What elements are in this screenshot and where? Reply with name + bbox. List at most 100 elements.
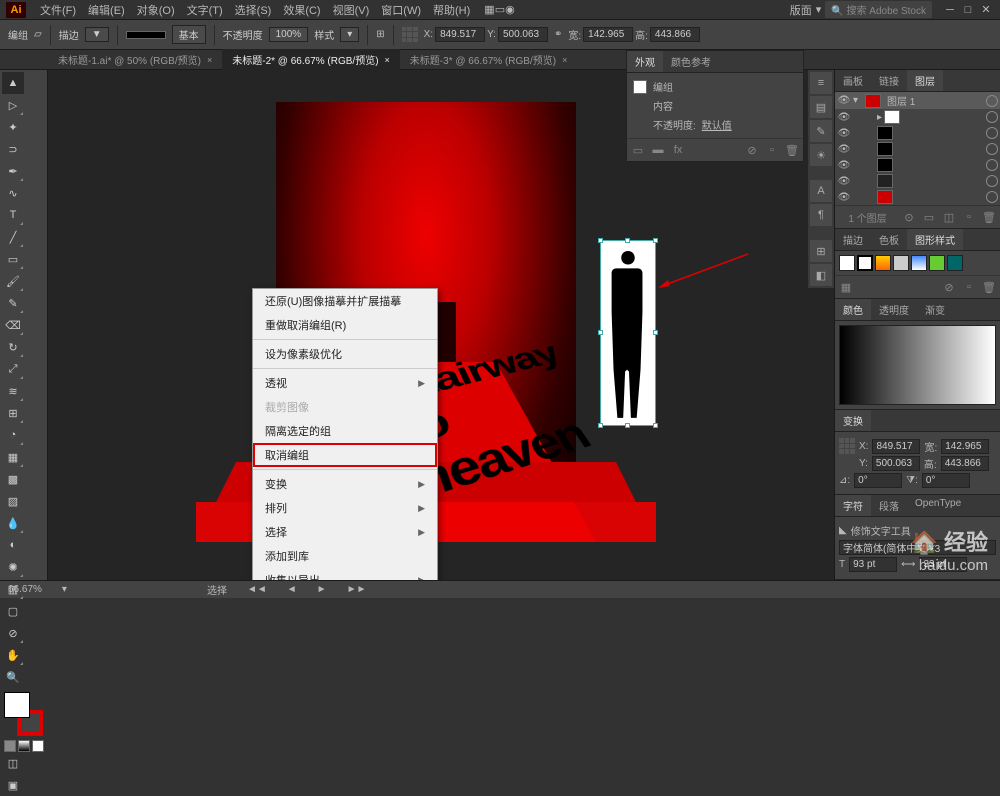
selected-object[interactable] xyxy=(600,240,656,426)
layer-row[interactable]: 👁 xyxy=(835,125,1000,141)
break-link-icon[interactable]: ⊘ xyxy=(941,279,957,295)
layers-tab[interactable]: 图层 xyxy=(907,70,943,91)
swatches-tab[interactable]: 色板 xyxy=(871,229,907,250)
color-tab[interactable]: 颜色 xyxy=(835,299,871,320)
menu-select[interactable]: 选择(S) xyxy=(229,2,278,18)
link-icon[interactable]: ⚭ xyxy=(554,29,562,40)
layer-row[interactable]: 👁 xyxy=(835,189,1000,205)
search-stock-input[interactable]: 🔍 搜索 Adobe Stock xyxy=(825,1,932,18)
rectangle-tool[interactable]: ▭ xyxy=(2,248,24,270)
symbols-dock-icon[interactable]: ☀ xyxy=(810,144,832,166)
close-icon[interactable]: × xyxy=(207,55,212,65)
style-dropdown[interactable]: ▾ xyxy=(340,27,359,42)
ctx-transform[interactable]: 变换▶ xyxy=(253,472,437,496)
target-icon[interactable] xyxy=(986,95,998,107)
opentype-tab[interactable]: OpenType xyxy=(907,495,969,516)
eyedropper-tool[interactable]: 💧 xyxy=(2,512,24,534)
ref-point[interactable] xyxy=(839,438,855,454)
make-clip-icon[interactable]: ▭ xyxy=(921,209,937,225)
artboards-tab[interactable]: 画板 xyxy=(835,70,871,91)
new-style-icon[interactable]: ▫ xyxy=(961,279,977,295)
visibility-icon[interactable]: 👁 xyxy=(837,95,851,106)
transform-tab[interactable]: 变换 xyxy=(835,410,871,431)
shape-builder-tool[interactable]: ◔ xyxy=(2,424,24,446)
nav-prev-icon[interactable]: ◄ xyxy=(287,584,297,595)
menu-view[interactable]: 视图(V) xyxy=(327,2,376,18)
delete-layer-icon[interactable]: 🗑 xyxy=(981,209,997,225)
chevron-down-icon[interactable]: ▾ xyxy=(816,3,822,16)
gradient-tab[interactable]: 渐变 xyxy=(917,299,953,320)
new-sublayer-icon[interactable]: ◫ xyxy=(941,209,957,225)
nav-next-icon[interactable]: ► xyxy=(317,584,327,595)
artboard-tool[interactable]: ▢ xyxy=(2,600,24,622)
style-lib-icon[interactable]: ▦ xyxy=(838,279,854,295)
ctx-arrange[interactable]: 排列▶ xyxy=(253,496,437,520)
doc-tab-1[interactable]: 未标题-1.ai* @ 50% (RGB/预览)× xyxy=(48,49,222,70)
tf-y-input[interactable] xyxy=(872,456,920,471)
type-tool[interactable]: T xyxy=(2,204,24,226)
tf-h-input[interactable] xyxy=(941,456,989,471)
ctx-select[interactable]: 选择▶ xyxy=(253,520,437,544)
arrange-icon[interactable]: ▭ xyxy=(495,3,505,16)
tf-w-input[interactable] xyxy=(941,439,989,454)
no-fill-icon[interactable]: ▱ xyxy=(34,29,42,40)
close-icon[interactable]: × xyxy=(385,55,390,65)
line-tool[interactable]: ╱ xyxy=(2,226,24,248)
close-button[interactable]: ✕ xyxy=(978,2,994,18)
y-input[interactable] xyxy=(498,27,548,42)
links-tab[interactable]: 链接 xyxy=(871,70,907,91)
doc-tab-2[interactable]: 未标题-2* @ 66.67% (RGB/预览)× xyxy=(222,49,400,70)
rotate-tool[interactable]: ↻ xyxy=(2,336,24,358)
magic-wand-tool[interactable]: ✦ xyxy=(2,116,24,138)
ctx-isolate[interactable]: 隔离选定的组 xyxy=(253,419,437,443)
column-graph-tool[interactable]: ▥ xyxy=(2,578,24,600)
ctx-ungroup[interactable]: 取消编组 xyxy=(253,443,437,467)
menu-effect[interactable]: 效果(C) xyxy=(277,2,326,18)
free-transform-tool[interactable]: ⊞ xyxy=(2,402,24,424)
style-swatch[interactable] xyxy=(911,255,927,271)
menu-edit[interactable]: 编辑(E) xyxy=(82,2,131,18)
pen-tool[interactable]: ✒ xyxy=(2,160,24,182)
tf-angle-input[interactable] xyxy=(854,473,902,488)
layer-row[interactable]: 👁 ▾ 图层 1 xyxy=(835,92,1000,109)
screen-mode[interactable]: ▣ xyxy=(2,774,24,796)
pathfinder-dock-icon[interactable]: ◧ xyxy=(810,264,832,286)
lasso-tool[interactable]: ⊃ xyxy=(2,138,24,160)
new-layer-icon[interactable]: ▫ xyxy=(961,209,977,225)
character-tab[interactable]: 字符 xyxy=(835,495,871,516)
ref-point[interactable] xyxy=(402,27,418,43)
layer-name[interactable]: 图层 1 xyxy=(883,93,984,108)
stroke-tab[interactable]: 描边 xyxy=(835,229,871,250)
duplicate-icon[interactable]: ▫ xyxy=(764,142,780,158)
add-stroke-icon[interactable]: ▭ xyxy=(630,142,646,158)
draw-mode[interactable]: ◫ xyxy=(2,752,24,774)
maximize-button[interactable]: □ xyxy=(960,2,976,18)
style-swatch[interactable] xyxy=(947,255,963,271)
paragraph-tab[interactable]: 段落 xyxy=(871,495,907,516)
transparency-tab[interactable]: 透明度 xyxy=(871,299,917,320)
color-guide-tab[interactable]: 颜色参考 xyxy=(663,51,719,72)
w-input[interactable] xyxy=(583,27,633,42)
h-input[interactable] xyxy=(650,27,700,42)
width-tool[interactable]: ≋ xyxy=(2,380,24,402)
properties-dock-icon[interactable]: ≡ xyxy=(810,72,832,94)
fill-swatch[interactable] xyxy=(4,692,30,718)
eraser-tool[interactable]: ⌫ xyxy=(2,314,24,336)
add-fill-icon[interactable]: ▬ xyxy=(650,142,666,158)
direct-selection-tool[interactable]: ▷ xyxy=(2,94,24,116)
ctx-undo[interactable]: 还原(U)图像描摹并扩展描摹 xyxy=(253,289,437,313)
shaper-tool[interactable]: ✎ xyxy=(2,292,24,314)
stroke-profile[interactable] xyxy=(126,31,166,39)
expand-icon[interactable]: ▾ xyxy=(853,95,863,106)
blend-tool[interactable]: ◐ xyxy=(2,534,24,556)
gpu-icon[interactable]: ◉ xyxy=(505,3,515,16)
ctx-pixel-perfect[interactable]: 设为像素级优化 xyxy=(253,342,437,366)
layer-row[interactable]: 👁 xyxy=(835,141,1000,157)
style-swatch[interactable] xyxy=(839,255,855,271)
mesh-tool[interactable]: ▩ xyxy=(2,468,24,490)
bridge-icon[interactable]: ▦ xyxy=(484,3,494,16)
layer-row[interactable]: 👁▸ xyxy=(835,109,1000,125)
char-dock-icon[interactable]: A xyxy=(810,180,832,202)
delete-style-icon[interactable]: 🗑 xyxy=(981,279,997,295)
symbol-sprayer-tool[interactable]: ✺ xyxy=(2,556,24,578)
